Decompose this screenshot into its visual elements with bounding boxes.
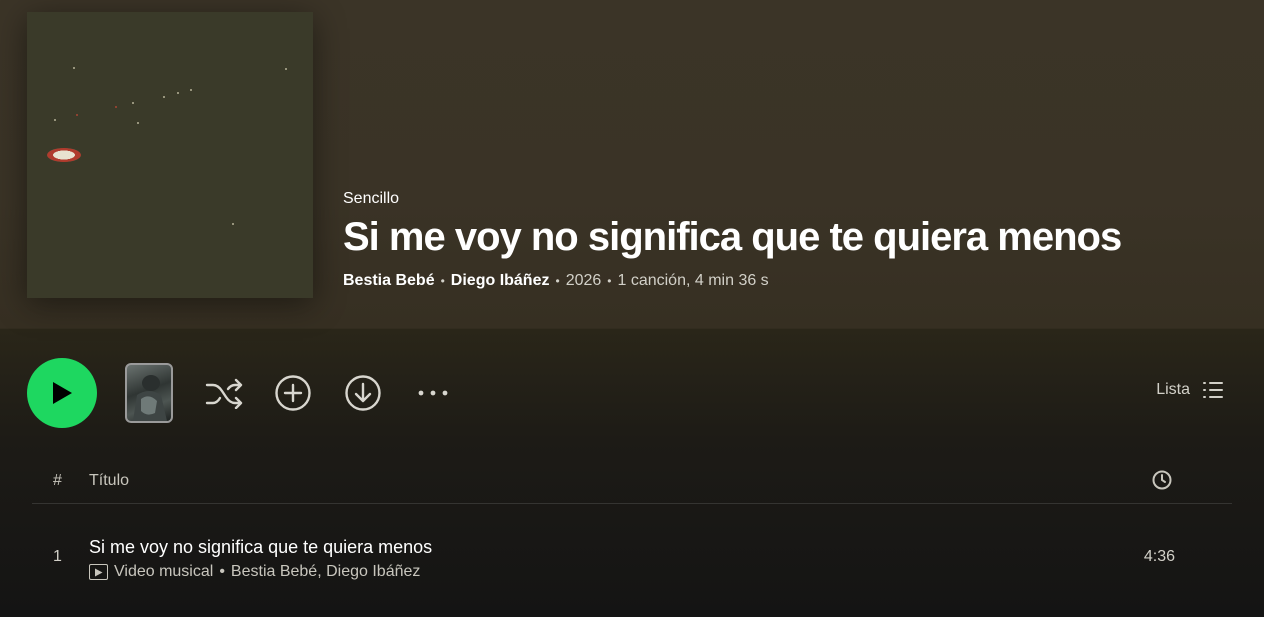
separator-dot: • (440, 274, 445, 288)
thumbnail-image (133, 375, 167, 421)
separator-dot: • (607, 274, 612, 288)
video-icon (89, 564, 108, 580)
add-to-library-button[interactable] (272, 372, 314, 414)
album-title: Si me voy no significa que te quiera men… (343, 215, 1122, 259)
artist-link[interactable]: Bestia Bebé (343, 272, 435, 290)
download-circle-icon (345, 375, 381, 411)
column-number: # (53, 472, 62, 489)
track-duration: 4:36 (1143, 548, 1175, 565)
track-kind: Video musical (114, 563, 214, 580)
shuffle-button[interactable] (203, 372, 245, 414)
tracklist-header: # Título (32, 458, 1232, 504)
cover-logo (47, 148, 81, 162)
track-artists[interactable]: Bestia Bebé, Diego Ibáñez (231, 563, 420, 581)
separator-dot: • (555, 274, 560, 288)
separator-dot: • (219, 563, 225, 580)
view-mode-label: Lista (1156, 381, 1190, 398)
more-horizontal-icon (418, 390, 448, 396)
track-title[interactable]: Si me voy no significa que te quiera men… (89, 537, 432, 558)
play-button[interactable] (27, 358, 97, 428)
download-button[interactable] (342, 372, 384, 414)
album-meta: Sencillo Si me voy no significa que te q… (343, 190, 1122, 290)
clock-icon (1152, 470, 1172, 490)
view-mode-toggle[interactable]: Lista (1156, 380, 1224, 400)
play-icon (53, 382, 72, 404)
album-byline: Bestia Bebé • Diego Ibáñez • 2026 • 1 ca… (343, 272, 1121, 290)
column-title: Título (89, 472, 130, 489)
list-icon (1203, 382, 1223, 398)
release-year: 2026 (565, 272, 602, 289)
album-cover (27, 12, 313, 298)
release-type: Sencillo (343, 190, 400, 207)
music-video-thumbnail[interactable] (125, 363, 173, 423)
album-header: Sencillo Si me voy no significa que te q… (0, 0, 1264, 328)
album-summary: 1 canción, 4 min 36 s (617, 272, 769, 289)
add-circle-icon (275, 375, 311, 411)
track-subtitle: Video musical • Bestia Bebé, Diego Ibáñe… (89, 563, 420, 581)
track-number: 1 (53, 548, 62, 565)
column-duration (1152, 470, 1172, 495)
shuffle-icon (205, 378, 243, 409)
track-row[interactable]: 1 Si me voy no significa que te quiera m… (32, 528, 1232, 590)
more-options-button[interactable] (412, 372, 454, 414)
artist-link[interactable]: Diego Ibáñez (451, 272, 550, 290)
action-bar: Lista (0, 358, 1264, 428)
